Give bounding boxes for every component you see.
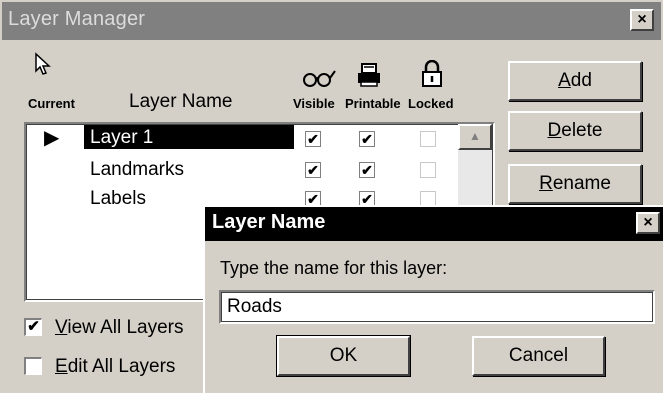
add-button-label: dd: [570, 70, 592, 91]
delete-button[interactable]: Delete: [508, 111, 642, 151]
printer-icon: [358, 63, 380, 87]
printable-column-header: Printable: [345, 96, 401, 111]
visible-checkbox[interactable]: ✔: [305, 131, 321, 147]
lock-icon: [422, 60, 442, 87]
visible-checkbox[interactable]: ✔: [305, 162, 321, 178]
edit-all-layers-label[interactable]: Edit All Layers: [55, 356, 175, 378]
printable-checkbox[interactable]: ✔: [359, 131, 375, 147]
current-column-header: Current: [28, 96, 75, 111]
dialog-close-button[interactable]: ×: [636, 212, 660, 234]
visible-column-header: Visible: [293, 96, 335, 111]
layer-row-name[interactable]: Landmarks: [90, 159, 184, 181]
layer-name-column-header: Layer Name: [129, 91, 233, 112]
locked-checkbox[interactable]: [420, 162, 436, 178]
glasses-icon: [303, 70, 336, 87]
view-all-layers-label[interactable]: View All Layers: [55, 317, 184, 339]
window-title: Layer Manager: [8, 8, 146, 30]
layer-row-name[interactable]: Labels: [90, 188, 146, 210]
scroll-up-button[interactable]: ▲: [458, 124, 492, 150]
layer-name-input[interactable]: [219, 290, 655, 324]
scroll-up-arrow-icon: ▲: [469, 129, 481, 143]
ok-button[interactable]: OK: [276, 335, 411, 377]
close-button[interactable]: ×: [630, 9, 654, 31]
printable-checkbox[interactable]: ✔: [359, 162, 375, 178]
locked-checkbox[interactable]: [420, 131, 436, 147]
layer-row-name[interactable]: Layer 1: [90, 127, 153, 149]
view-all-layers-checkbox[interactable]: ✔: [24, 318, 42, 336]
dialog-prompt: Type the name for this layer:: [220, 258, 448, 278]
dialog-title: Layer Name: [212, 211, 326, 233]
current-layer-marker-icon: ▶: [44, 127, 60, 149]
delete-button-label: elete: [561, 120, 603, 141]
add-button[interactable]: Add: [508, 61, 642, 101]
cancel-button[interactable]: Cancel: [472, 336, 605, 376]
rename-button-label: ename: [552, 173, 611, 194]
pointer-arrow-icon: [35, 52, 51, 75]
rename-button[interactable]: Rename: [508, 164, 642, 204]
locked-column-header: Locked: [408, 96, 454, 111]
edit-all-layers-checkbox[interactable]: [24, 357, 42, 375]
